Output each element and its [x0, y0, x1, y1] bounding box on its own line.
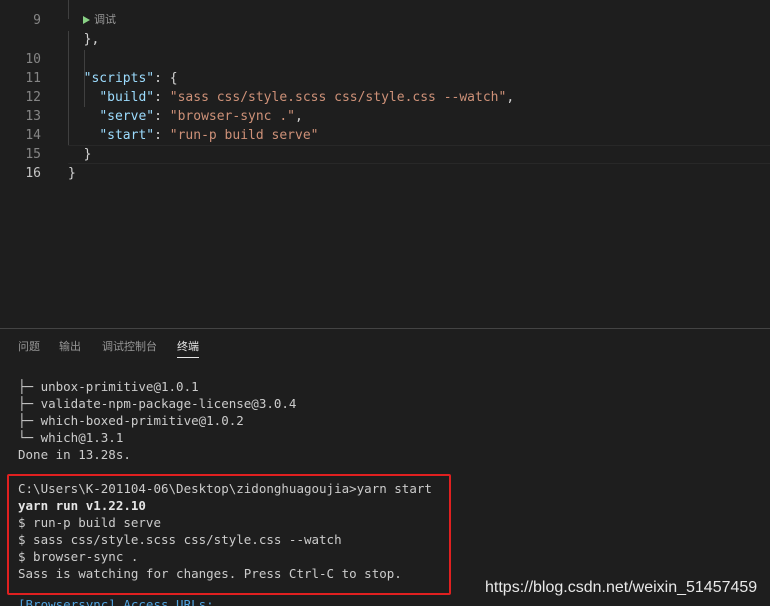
- code-line-13: 13 "start": "run-p build serve": [0, 88, 770, 143]
- terminal-line: ├─ which-boxed-primitive@1.0.2: [18, 413, 244, 428]
- codelens-debug[interactable]: 调试: [83, 11, 116, 28]
- code-editor[interactable]: 9 }, 调试 10 "scripts": { 11 "build": "sas…: [0, 0, 770, 328]
- current-line-highlight: [68, 145, 770, 164]
- line-number: 16: [25, 166, 41, 181]
- watermark: https://blog.csdn.net/weixin_51457459: [485, 579, 758, 596]
- terminal-line: [Browsersync] Access URLs:: [18, 597, 214, 606]
- code-line-9: 9 },: [0, 0, 770, 47]
- tab-problems[interactable]: 问题: [18, 339, 40, 357]
- code-line-14: 14 }: [0, 107, 770, 162]
- terminal-line: ├─ unbox-primitive@1.0.1: [18, 379, 199, 394]
- terminal-line: Done in 13.28s.: [18, 447, 131, 462]
- play-icon: [83, 16, 90, 24]
- code-line-12: 12 "serve": "browser-sync .",: [0, 69, 770, 124]
- code-line-11: 11 "build": "sass css/style.scss css/sty…: [0, 50, 770, 105]
- line-number: 9: [33, 13, 41, 28]
- code-line-15: 15 }: [0, 126, 770, 181]
- codelens-debug-label: 调试: [94, 13, 116, 26]
- terminal-line: ├─ validate-npm-package-license@3.0.4: [18, 396, 297, 411]
- tab-output[interactable]: 输出: [59, 339, 81, 357]
- red-highlight-box: [7, 474, 451, 595]
- bottom-panel: 问题 输出 调试控制台 终端 ├─ unbox-primitive@1.0.1 …: [0, 328, 770, 606]
- terminal-line: └─ which@1.3.1: [18, 430, 124, 445]
- tab-debug-console[interactable]: 调试控制台: [102, 339, 157, 357]
- tab-terminal[interactable]: 终端: [177, 339, 199, 358]
- code-line-10: 10 "scripts": {: [0, 31, 770, 86]
